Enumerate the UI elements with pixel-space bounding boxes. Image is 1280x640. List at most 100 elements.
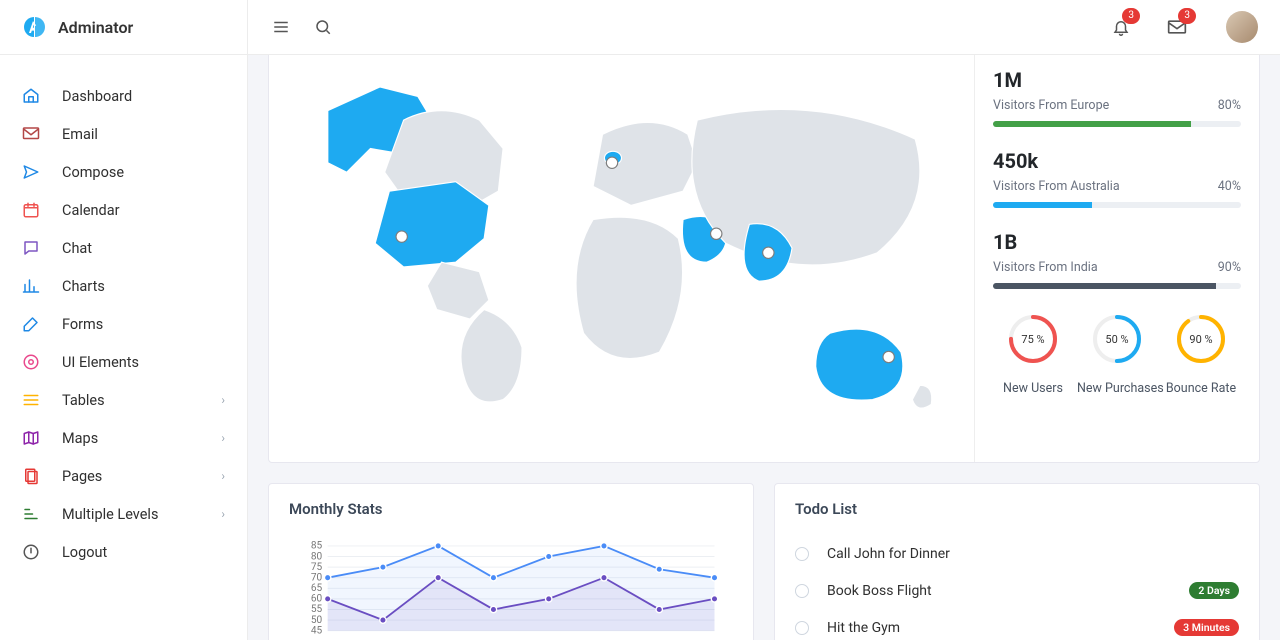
todo-checkbox[interactable] [795, 621, 809, 635]
mail-badge: 3 [1178, 8, 1196, 24]
todo-checkbox[interactable] [795, 547, 809, 561]
mail-icon[interactable]: 3 [1166, 16, 1188, 38]
svg-text:50 %: 50 % [1105, 333, 1128, 346]
sidebar-item-compose[interactable]: Compose [0, 153, 247, 191]
content: 1M Visitors From Europe 80% 450k Visitors Fr… [248, 55, 1280, 640]
map-pin-uk[interactable] [606, 157, 617, 168]
map-pin-australia[interactable] [883, 351, 894, 362]
topbar: 3 3 [248, 0, 1280, 55]
svg-text:65: 65 [311, 583, 323, 594]
visitor-label: Visitors From Europe [993, 98, 1109, 113]
main: 3 3 [248, 0, 1280, 640]
svg-text:45: 45 [311, 625, 323, 636]
sidebar-item-dashboard[interactable]: Dashboard [0, 77, 247, 115]
gauge: 75 % New Users [993, 311, 1073, 396]
visitor-pct: 40% [1218, 179, 1241, 194]
map-side: 1M Visitors From Europe 80% 450k Visitors Fr… [974, 55, 1259, 462]
nav: Dashboard Email ComposeCalendar Chat Charts F… [0, 55, 247, 571]
todo-title: Todo List [775, 484, 1259, 528]
gauge-label: New Purchases [1077, 381, 1157, 396]
sidebar-item-ui-elements[interactable]: UI Elements [0, 343, 247, 381]
visitor-pct: 80% [1218, 98, 1241, 113]
sidebar-item-label: Chat [62, 240, 225, 257]
sidebar-item-tables[interactable]: Tables› [0, 381, 247, 419]
notification-badge: 3 [1122, 8, 1140, 24]
progress-bar [993, 121, 1241, 127]
map-pin-usa[interactable] [396, 231, 407, 242]
menu-toggle-icon[interactable] [270, 16, 292, 38]
visitor-count: 450k [993, 149, 1241, 173]
map-region-south-america [461, 310, 522, 402]
todo-item[interactable]: Hit the Gym3 Minutes [795, 609, 1239, 640]
visitor-pct: 90% [1218, 260, 1241, 275]
visitor-stat: 450k Visitors From Australia 40% [993, 149, 1241, 208]
monthly-stats-chart[interactable]: 858075706560555045 [269, 528, 753, 640]
sidebar-item-chat[interactable]: Chat [0, 229, 247, 267]
sidebar-item-email[interactable]: Email [0, 115, 247, 153]
map-region-mexico [427, 262, 489, 319]
sidebar-item-label: Tables [62, 392, 221, 409]
sidebar-item-pages[interactable]: Pages› [0, 457, 247, 495]
visitor-count: 1B [993, 230, 1241, 254]
todo-checkbox[interactable] [795, 584, 809, 598]
todo-badge: 3 Minutes [1174, 619, 1239, 636]
sidebar-item-label: UI Elements [62, 354, 225, 371]
chevron-right-icon: › [221, 507, 225, 521]
map-card: 1M Visitors From Europe 80% 450k Visitors Fr… [268, 55, 1260, 463]
sidebar-item-logout[interactable]: Logout [0, 533, 247, 571]
sidebar-item-maps[interactable]: Maps› [0, 419, 247, 457]
gauges: 75 % New Users 50 % New Purchases 90 %Bounce… [993, 311, 1241, 396]
brand-name: Adminator [58, 18, 133, 37]
sidebar-item-label: Multiple Levels [62, 506, 221, 523]
visitor-stat: 1M Visitors From Europe 80% [993, 68, 1241, 127]
gauge-label: New Users [993, 381, 1073, 396]
chat-icon [22, 239, 40, 257]
svg-text:60: 60 [311, 594, 323, 605]
home-icon [22, 87, 40, 105]
gauge: 50 % New Purchases [1077, 311, 1157, 396]
chevron-right-icon: › [221, 469, 225, 483]
map-pin-saudi[interactable] [711, 228, 722, 239]
logout-icon [22, 543, 40, 561]
visitor-label: Visitors From India [993, 260, 1098, 275]
gauge: 90 %Bounce Rate [1161, 311, 1241, 396]
svg-text:80: 80 [311, 551, 323, 562]
world-map[interactable] [269, 55, 974, 462]
sidebar-item-label: Charts [62, 278, 225, 295]
table-icon [22, 391, 40, 409]
todo-label: Book Boss Flight [827, 583, 1189, 599]
monthly-stats-title: Monthly Stats [269, 484, 753, 528]
sidebar-item-multiple-levels[interactable]: Multiple Levels› [0, 495, 247, 533]
notifications-icon[interactable]: 3 [1110, 16, 1132, 38]
sidebar-item-label: Maps [62, 430, 221, 447]
sidebar-item-forms[interactable]: Forms [0, 305, 247, 343]
todo-label: Hit the Gym [827, 620, 1174, 636]
svg-text:85: 85 [311, 541, 323, 552]
map-pin-india[interactable] [763, 247, 774, 258]
sidebar-item-label: Email [62, 126, 225, 143]
sidebar-item-calendar[interactable]: Calendar [0, 191, 247, 229]
sidebar-item-label: Pages [62, 468, 221, 485]
bars-icon [22, 277, 40, 295]
sidebar-item-label: Forms [62, 316, 225, 333]
map-region-nz [912, 385, 931, 408]
todo-item[interactable]: Book Boss Flight2 Days [795, 572, 1239, 609]
progress-bar [993, 283, 1241, 289]
gauge-label: Bounce Rate [1161, 381, 1241, 396]
svg-text:50: 50 [311, 615, 323, 626]
search-icon[interactable] [312, 16, 334, 38]
todo-list: Call John for DinnerBook Boss Flight2 Da… [775, 528, 1259, 640]
sidebar-item-charts[interactable]: Charts [0, 267, 247, 305]
sidebar-item-label: Dashboard [62, 88, 225, 105]
avatar[interactable] [1226, 11, 1258, 43]
brand[interactable]: Adminator [0, 0, 247, 55]
levels-icon [22, 505, 40, 523]
todo-item[interactable]: Call John for Dinner [795, 536, 1239, 572]
map-region-australia [816, 329, 903, 400]
sidebar: Adminator Dashboard Email ComposeCalendar C… [0, 0, 248, 640]
svg-text:75 %: 75 % [1021, 333, 1044, 346]
visitor-count: 1M [993, 68, 1241, 92]
pencil-icon [22, 315, 40, 333]
svg-text:55: 55 [311, 604, 323, 615]
visitor-label: Visitors From Australia [993, 179, 1120, 194]
